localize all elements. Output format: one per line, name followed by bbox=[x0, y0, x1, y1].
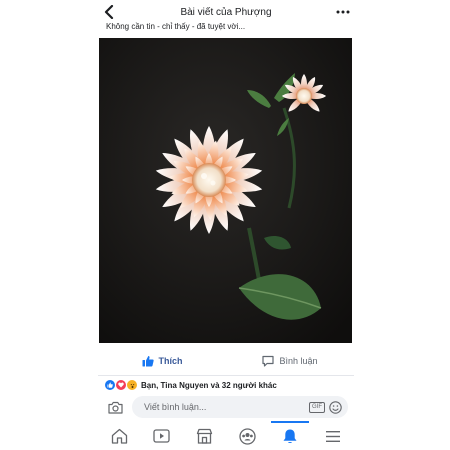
comment-input[interactable] bbox=[142, 401, 305, 413]
top-bar: Bài viết của Phượng bbox=[98, 0, 354, 24]
bottom-tab-bar bbox=[98, 421, 354, 450]
more-icon bbox=[336, 10, 350, 14]
video-icon bbox=[153, 429, 171, 443]
marketplace-icon bbox=[196, 428, 213, 444]
tab-notifications[interactable] bbox=[270, 421, 309, 449]
reactions-text: Bạn, Tina Nguyen và 32 người khác bbox=[141, 380, 277, 390]
dahlia-photo bbox=[99, 38, 352, 343]
groups-icon bbox=[239, 427, 256, 445]
reaction-icons bbox=[104, 379, 138, 391]
smiley-icon bbox=[329, 400, 342, 414]
more-options-button[interactable] bbox=[332, 1, 354, 23]
camera-icon bbox=[107, 401, 123, 414]
bell-icon bbox=[283, 429, 297, 443]
home-icon bbox=[111, 428, 127, 444]
comment-button[interactable]: Bình luận bbox=[226, 355, 354, 367]
post-actions: Thích Bình luận bbox=[98, 348, 354, 374]
tab-groups[interactable] bbox=[234, 423, 260, 449]
like-button[interactable]: Thích bbox=[98, 355, 226, 367]
post-screen: Bài viết của Phượng Không cần tin - chỉ … bbox=[0, 0, 450, 450]
like-label: Thích bbox=[158, 356, 183, 366]
comment-bubble-icon bbox=[262, 355, 275, 367]
gif-button[interactable]: GIF bbox=[309, 401, 325, 413]
tab-home[interactable] bbox=[106, 423, 132, 449]
tab-marketplace[interactable] bbox=[192, 423, 218, 449]
camera-button[interactable] bbox=[104, 396, 126, 418]
post-image[interactable] bbox=[99, 38, 352, 343]
menu-icon bbox=[325, 430, 340, 442]
page-title: Bài viết của Phượng bbox=[180, 6, 272, 18]
emoji-button[interactable] bbox=[329, 400, 342, 414]
post-caption: Không cần tin - chỉ thấy - đã tuyệt vời.… bbox=[106, 22, 246, 31]
chevron-left-icon bbox=[104, 5, 114, 19]
tab-menu[interactable] bbox=[320, 423, 346, 449]
comment-input-wrapper: GIF bbox=[132, 396, 348, 418]
comment-label: Bình luận bbox=[279, 356, 318, 366]
back-button[interactable] bbox=[98, 1, 120, 23]
comment-bar: GIF bbox=[104, 395, 348, 419]
tab-watch[interactable] bbox=[149, 423, 175, 449]
wow-reaction-icon bbox=[126, 379, 138, 391]
reactions-summary[interactable]: Bạn, Tina Nguyen và 32 người khác bbox=[104, 378, 352, 392]
divider bbox=[98, 375, 354, 376]
thumbs-up-icon bbox=[142, 356, 154, 367]
